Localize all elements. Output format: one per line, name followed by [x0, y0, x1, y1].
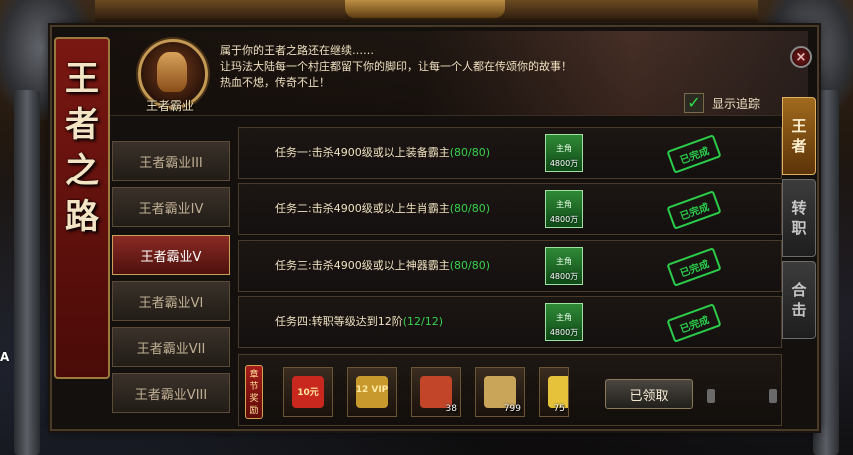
title-char: 王: [65, 59, 99, 99]
stage-tab-iv[interactable]: 王者霸业IV: [112, 187, 230, 227]
task-description: 任务四:转职等级达到12阶(12/12): [275, 315, 443, 328]
task-description: 任务三:击杀4900级或以上神器霸主(80/80): [275, 259, 490, 272]
exp-reward-icon[interactable]: 主角 4800万: [545, 190, 583, 228]
completed-stamp: 已完成: [666, 303, 722, 343]
tracking-label: 显示追踪: [712, 96, 761, 111]
reward-caption: 主角: [556, 200, 572, 209]
stage-tab-vii[interactable]: 王者霸业VII: [112, 327, 230, 367]
exp-reward-icon[interactable]: 主角 4800万: [545, 247, 583, 285]
tab-char: 王: [791, 117, 807, 135]
tab-char: 者: [791, 137, 807, 155]
hotkey-a: A: [0, 350, 10, 364]
stage-tab-v[interactable]: 王者霸业V: [112, 235, 230, 275]
close-button[interactable]: ×: [790, 46, 812, 68]
check-icon: ✓: [687, 93, 701, 112]
item-caption: 10元: [297, 388, 319, 398]
kings-road-window: 王 者 之 路 王者霸业 属于你的王者之路还在继续…… 让玛法大陆每一个村庄都留…: [50, 25, 819, 431]
task-row: 任务四:转职等级达到12阶(12/12) 主角 4800万 已完成: [238, 296, 782, 348]
item-quantity: 799: [503, 404, 521, 414]
item-caption: 12 VIP: [355, 385, 389, 395]
task-row: 任务二:击杀4900级或以上生肖霸主(80/80) 主角 4800万 已完成: [238, 183, 782, 235]
reward-caption: 主角: [556, 313, 572, 322]
intro-line: 属于你的王者之路还在继续……: [220, 44, 374, 57]
task-description: 任务二:击杀4900级或以上生肖霸主(80/80): [275, 202, 490, 215]
title-char: 者: [65, 105, 99, 145]
tab-char: 击: [791, 301, 807, 319]
tab-king[interactable]: 王 者: [782, 97, 816, 175]
stage-tab-iii[interactable]: 王者霸业III: [112, 141, 230, 181]
tab-char: 转: [791, 199, 807, 217]
chapter-reward-tag: 章节奖励: [245, 365, 263, 419]
title-char: 路: [65, 197, 99, 237]
pillar-left: [14, 90, 40, 455]
window-title: 王 者 之 路: [62, 59, 102, 237]
tab-char: 职: [791, 219, 807, 237]
completed-stamp: 已完成: [666, 134, 722, 174]
task-row: 任务三:击杀4900级或以上神器霸主(80/80) 主角 4800万 已完成: [238, 240, 782, 292]
tracking-checkbox[interactable]: ✓: [684, 93, 704, 113]
tab-combo[interactable]: 合 击: [782, 261, 816, 339]
scroll-knob[interactable]: [769, 389, 777, 403]
item-quantity: 75: [553, 404, 565, 414]
exp-reward-icon[interactable]: 主角 4800万: [545, 303, 583, 341]
reward-amount: 4800万: [549, 272, 579, 281]
show-tracking-toggle[interactable]: ✓ 显示追踪: [684, 93, 761, 113]
warrior-portrait-icon: [157, 52, 187, 92]
item-quantity: 38: [445, 404, 457, 414]
exp-reward-icon[interactable]: 主角 4800万: [545, 134, 583, 172]
close-icon: ×: [795, 49, 807, 65]
reward-amount: 4800万: [549, 159, 579, 168]
reward-amount: 4800万: [549, 215, 579, 224]
tab-char: 合: [791, 281, 807, 299]
intro-text: 属于你的王者之路还在继续…… 让玛法大陆每一个村庄都留下你的脚印，让每一个人都在…: [220, 43, 640, 91]
window-title-plaque: 王 者 之 路: [54, 37, 110, 379]
stage-tab-vi[interactable]: 王者霸业VI: [112, 281, 230, 321]
task-progress: (12/12): [402, 315, 443, 328]
reward-item-slot[interactable]: 799: [475, 367, 525, 417]
task-progress: (80/80): [449, 146, 490, 159]
task-description: 任务一:击杀4900级或以上装备霸主(80/80): [275, 146, 490, 159]
reward-item-slot[interactable]: 12 VIP: [347, 367, 397, 417]
reward-item-slot[interactable]: 10元: [283, 367, 333, 417]
top-hud-plate: [345, 0, 505, 18]
stage-tab-viii[interactable]: 王者霸业VIII: [112, 373, 230, 413]
task-progress: (80/80): [449, 259, 490, 272]
reward-item-slot[interactable]: 75: [539, 367, 569, 417]
task-row: 任务一:击杀4900级或以上装备霸主(80/80) 主角 4800万 已完成: [238, 127, 782, 179]
task-progress: (80/80): [449, 202, 490, 215]
claim-button[interactable]: 已领取: [605, 379, 693, 409]
chapter-reward-bar: 章节奖励 10元 12 VIP 38 799 75 已领取: [238, 354, 782, 426]
completed-stamp: 已完成: [666, 247, 722, 287]
completed-stamp: 已完成: [666, 190, 722, 230]
intro-line: 热血不熄，传奇不止！: [220, 76, 330, 89]
avatar-label: 王者霸业: [145, 99, 194, 113]
reward-caption: 主角: [556, 257, 572, 266]
intro-line: 让玛法大陆每一个村庄都留下你的脚印，让每一个人都在传颂你的故事！: [220, 60, 572, 73]
scroll-knob[interactable]: [707, 389, 715, 403]
reward-caption: 主角: [556, 144, 572, 153]
reward-amount: 4800万: [549, 328, 579, 337]
reward-item-slot[interactable]: 38: [411, 367, 461, 417]
tab-class-change[interactable]: 转 职: [782, 179, 816, 257]
title-char: 之: [65, 151, 99, 191]
